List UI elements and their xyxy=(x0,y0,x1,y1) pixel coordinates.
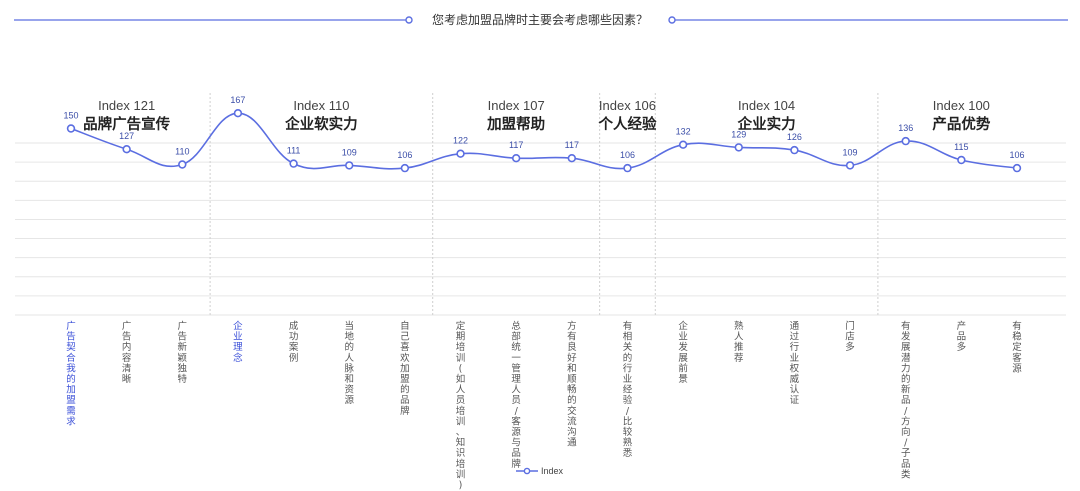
data-label: 136 xyxy=(898,123,913,133)
group-headers: Index 121品牌广告宣传Index 110企业软实力Index 107加盟… xyxy=(83,98,991,133)
group-name-label: 加盟帮助 xyxy=(486,115,545,133)
group-index-label: Index 100 xyxy=(933,98,990,113)
data-label: 150 xyxy=(63,111,78,121)
category-label: 成功案例 xyxy=(289,320,299,364)
title-dot-left xyxy=(405,16,413,24)
chart-header: 您考虑加盟品牌时主要会考虑哪些因素？ xyxy=(14,12,1068,27)
legend-marker xyxy=(523,467,531,475)
category-label: 定期培训(如人员培训、知识培训) xyxy=(456,320,466,491)
data-label: 167 xyxy=(230,95,245,105)
data-point xyxy=(122,145,131,154)
category-label: 广告契合我的加盟需求 xyxy=(66,320,76,427)
data-label: 117 xyxy=(565,140,579,150)
data-label: 106 xyxy=(397,150,412,160)
data-point xyxy=(957,155,966,165)
data-label: 127 xyxy=(119,131,134,141)
data-point xyxy=(734,143,743,152)
group-index-label: Index 106 xyxy=(599,98,656,113)
data-label: 106 xyxy=(1009,150,1024,160)
category-label: 门店多 xyxy=(845,320,855,353)
data-point xyxy=(845,161,855,170)
category-label: 广告内容清晰 xyxy=(122,320,132,385)
group-index-label: Index 104 xyxy=(738,98,795,113)
index-line-chart: 您考虑加盟品牌时主要会考虑哪些因素？ Index 121品牌广告宣传Index … xyxy=(14,12,1068,491)
data-point xyxy=(678,140,688,149)
category-label: 方有良好和顺畅的交流沟通 xyxy=(567,320,577,449)
data-point xyxy=(567,154,577,163)
data-label: 122 xyxy=(453,136,468,146)
group-name-label: 产品优势 xyxy=(932,115,990,133)
data-label: 109 xyxy=(843,147,858,157)
data-point xyxy=(345,161,354,170)
data-label: 132 xyxy=(676,127,691,137)
data-point xyxy=(901,136,910,146)
data-point xyxy=(178,160,187,169)
data-label: 111 xyxy=(287,146,301,156)
category-label: 通过行业权威认证 xyxy=(790,321,800,406)
data-label: 117 xyxy=(509,140,523,150)
category-label: 有稳定客源 xyxy=(1012,320,1022,374)
data-point xyxy=(790,145,799,155)
group-index-label: Index 121 xyxy=(98,98,155,113)
data-label: 106 xyxy=(620,150,635,160)
group-index-label: Index 110 xyxy=(293,98,349,113)
data-label: 126 xyxy=(787,132,802,142)
category-label: 有发展潜力的新品/方向/子品类 xyxy=(901,320,911,480)
category-label: 自己喜欢加盟的品牌 xyxy=(400,320,410,417)
data-point xyxy=(289,159,298,168)
group-name-label: 个人经验 xyxy=(597,115,656,133)
category-label: 产品多 xyxy=(957,320,967,353)
data-point xyxy=(511,154,521,163)
plot-grid xyxy=(15,142,1066,316)
category-label: 总部统一管理人员/客源与品牌 xyxy=(511,320,521,470)
category-label: 熟人推荐 xyxy=(734,320,744,364)
category-label: 广告新颖独特 xyxy=(178,320,188,385)
chart-title: 您考虑加盟品牌时主要会考虑哪些因素？ xyxy=(432,12,648,27)
group-name-label: 企业软实力 xyxy=(284,115,358,133)
legend-label: Index xyxy=(541,466,564,476)
data-point xyxy=(66,124,76,133)
title-dot-right xyxy=(668,16,676,24)
group-index-label: Index 107 xyxy=(488,98,545,113)
legend: Index xyxy=(516,466,564,476)
data-point xyxy=(233,108,243,118)
data-label: 110 xyxy=(175,147,189,157)
category-label: 企业理念 xyxy=(233,320,243,364)
category-label: 企业发展前景 xyxy=(678,320,688,385)
data-point xyxy=(1012,163,1022,173)
data-point xyxy=(456,149,465,158)
data-label: 129 xyxy=(731,129,746,139)
data-point xyxy=(400,163,410,173)
data-point xyxy=(623,163,632,173)
data-label: 109 xyxy=(342,147,357,157)
data-label: 115 xyxy=(954,142,968,152)
category-label: 当地的人脉和资源 xyxy=(344,320,354,406)
category-label: 有相关的行业经验/比较熟悉 xyxy=(623,320,633,459)
